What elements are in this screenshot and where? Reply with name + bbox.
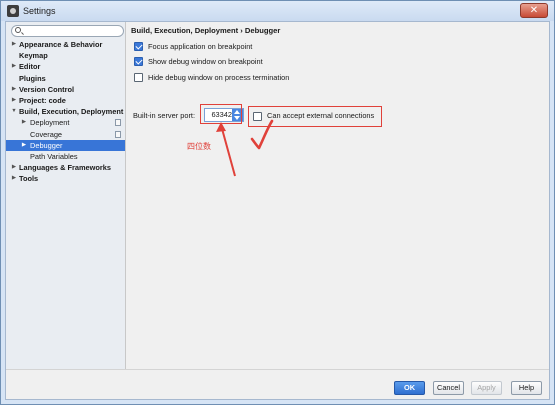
breadcrumb: Build, Execution, Deployment › Debugger: [131, 26, 281, 35]
project-settings-icon: [115, 119, 121, 127]
sidebar-item-label: Path Variables: [30, 151, 78, 161]
sidebar-item-debugger[interactable]: ▶ Debugger: [6, 139, 125, 151]
chevron-down-icon[interactable]: ▼: [10, 106, 18, 117]
sidebar-item-label: Tools: [19, 174, 39, 184]
port-label: Built-in server port:: [133, 111, 196, 120]
annotation-box-port: [200, 104, 242, 124]
help-button[interactable]: Help: [511, 381, 542, 395]
sidebar-item-keymap[interactable]: Keymap: [6, 50, 125, 61]
checkbox-label: Hide debug window on process termination: [148, 73, 290, 82]
checkbox-label: Show debug window on breakpoint: [148, 57, 263, 66]
sidebar-item-plugins[interactable]: Plugins: [6, 73, 125, 84]
sidebar-item-tools[interactable]: ▶ Tools: [6, 173, 125, 184]
annotation-box-external: [248, 106, 382, 127]
window-title: Settings: [23, 6, 56, 16]
sidebar-item-label: Languages & Frameworks: [19, 163, 112, 173]
checkbox[interactable]: [134, 73, 143, 82]
sidebar-item-label: Editor: [19, 62, 41, 72]
sidebar-item-label: Deployment: [30, 118, 70, 128]
sidebar-item-label: Project: code: [19, 95, 66, 105]
app-icon: [7, 5, 19, 17]
title-bar: Settings ✕: [1, 1, 554, 21]
project-settings-icon: [115, 130, 121, 138]
search-icon: [15, 27, 21, 33]
search-input[interactable]: [11, 25, 124, 37]
chevron-right-icon[interactable]: ▶: [10, 173, 18, 184]
sidebar-item-label: Coverage: [30, 129, 63, 139]
sidebar-item-label: Version Control: [19, 84, 75, 94]
chevron-right-icon[interactable]: ▶: [10, 84, 18, 95]
checkbox[interactable]: [134, 57, 143, 66]
settings-tree: ▶ Appearance & Behavior Keymap ▶ Editor …: [6, 39, 125, 184]
sidebar-item-label: Debugger: [30, 140, 63, 150]
annotation-text: 四位数: [187, 142, 211, 151]
cancel-button[interactable]: Cancel: [433, 381, 464, 395]
sidebar-item-path-variables[interactable]: Path Variables: [6, 151, 125, 162]
sidebar-item-label: Keymap: [19, 51, 48, 61]
chevron-right-icon[interactable]: ▶: [10, 95, 18, 106]
sidebar-item-deployment[interactable]: ▶ Deployment: [6, 117, 125, 128]
apply-button[interactable]: Apply: [471, 381, 502, 395]
sidebar-item-project[interactable]: ▶ Project: code: [6, 95, 125, 106]
settings-content: Build, Execution, Deployment › Debugger …: [127, 22, 549, 369]
chevron-right-icon[interactable]: ▶: [10, 61, 18, 72]
settings-window: Settings ✕ ▶ Appearance & Behavior Keyma…: [0, 0, 555, 405]
checkbox[interactable]: [134, 42, 143, 51]
chevron-right-icon[interactable]: ▶: [20, 117, 28, 128]
sidebar-item-version-control[interactable]: ▶ Version Control: [6, 84, 125, 95]
chevron-right-icon[interactable]: ▶: [10, 162, 18, 173]
sidebar-item-languages-frameworks[interactable]: ▶ Languages & Frameworks: [6, 162, 125, 173]
sidebar-item-coverage[interactable]: Coverage: [6, 129, 125, 140]
checkbox-label: Focus application on breakpoint: [148, 42, 253, 51]
sidebar-item-build-execution-deployment[interactable]: ▼ Build, Execution, Deployment: [6, 106, 125, 117]
dialog-body: ▶ Appearance & Behavior Keymap ▶ Editor …: [5, 21, 550, 400]
chevron-right-icon[interactable]: ▶: [20, 140, 28, 151]
sidebar-item-appearance[interactable]: ▶ Appearance & Behavior: [6, 39, 125, 50]
sidebar-item-label: Plugins: [19, 73, 46, 83]
ok-button[interactable]: OK: [394, 381, 425, 395]
sidebar-item-label: Build, Execution, Deployment: [19, 107, 124, 117]
close-button[interactable]: ✕: [520, 3, 548, 18]
dialog-footer: OK Cancel Apply Help: [6, 369, 549, 399]
sidebar-item-editor[interactable]: ▶ Editor: [6, 61, 125, 72]
sidebar-item-label: Appearance & Behavior: [19, 40, 103, 49]
settings-sidebar: ▶ Appearance & Behavior Keymap ▶ Editor …: [6, 22, 126, 369]
chevron-right-icon[interactable]: ▶: [10, 39, 18, 50]
